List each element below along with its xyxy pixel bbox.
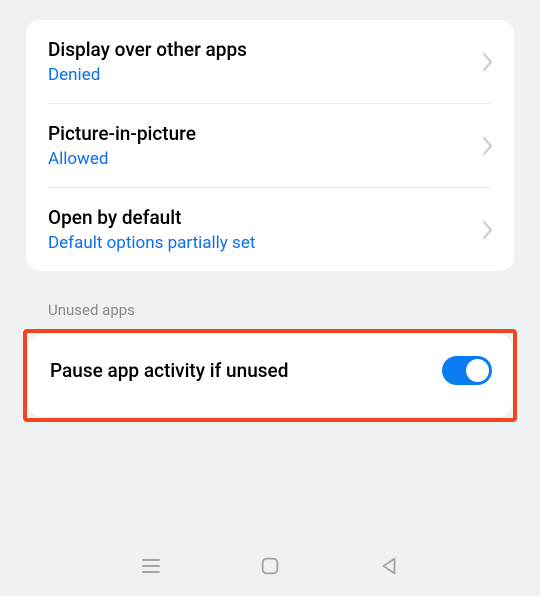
row-content: Display over other apps Denied [48,38,474,85]
unused-apps-card: Pause app activity if unused [28,334,512,417]
toggle-title: Pause app activity if unused [50,359,442,382]
row-status: Denied [48,65,474,85]
highlight-box: Pause app activity if unused [23,329,517,422]
chevron-right-icon [482,219,494,241]
row-content: Picture-in-picture Allowed [48,122,474,169]
menu-icon [139,554,163,578]
recents-button[interactable] [139,554,163,578]
chevron-right-icon [482,135,494,157]
row-status: Allowed [48,149,474,169]
square-icon [259,555,281,577]
back-button[interactable] [377,554,401,578]
row-title: Display over other apps [48,38,474,61]
row-title: Open by default [48,206,474,229]
back-triangle-icon [378,555,400,577]
section-header-unused-apps: Unused apps [48,301,540,319]
row-title: Picture-in-picture [48,122,474,145]
row-pause-app-activity[interactable]: Pause app activity if unused [28,334,512,417]
row-open-by-default[interactable]: Open by default Default options partiall… [26,188,514,271]
row-content: Open by default Default options partiall… [48,206,474,253]
chevron-right-icon [482,51,494,73]
toggle-switch[interactable] [442,356,492,385]
row-status: Default options partially set [48,233,474,253]
navigation-bar [0,546,540,586]
row-picture-in-picture[interactable]: Picture-in-picture Allowed [26,104,514,187]
switch-thumb [466,359,489,382]
home-button[interactable] [258,554,282,578]
permissions-card: Display over other apps Denied Picture-i… [26,20,514,271]
row-display-over-apps[interactable]: Display over other apps Denied [26,20,514,103]
